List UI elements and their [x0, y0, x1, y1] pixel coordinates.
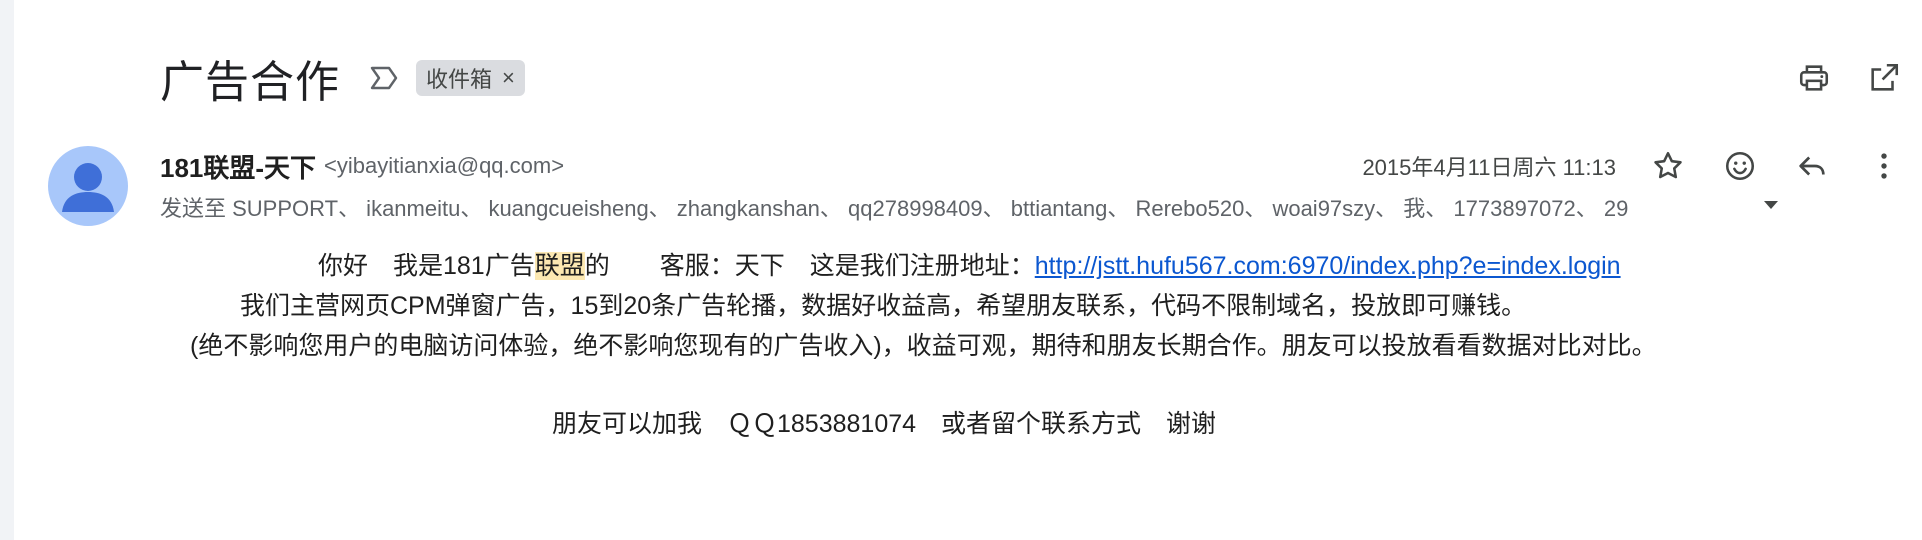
remove-label-icon[interactable]: × [502, 65, 515, 91]
sender-email: <yibayitianxia@qq.com> [324, 153, 565, 178]
subject-row: 广告合作 收件箱 × [160, 48, 525, 108]
body-greeting: 你好 我是181广告 [318, 252, 535, 280]
body-line-4: 朋友可以加我 ＱＱ1853881074 或者留个联系方式 谢谢 [552, 410, 1217, 438]
more-vert-icon[interactable] [1864, 146, 1904, 186]
search-highlight: 联盟 [534, 252, 585, 280]
body-line-2: 我们主营网页CPM弹窗广告，15到20条广告轮播，数据好收益高，希望朋友联系，代… [240, 292, 1527, 320]
star-icon[interactable] [1648, 146, 1688, 186]
recipients-row: 发送至 SUPPORT、 ikanmeitu、 kuangcueisheng、 … [160, 190, 1780, 224]
left-gutter [0, 0, 14, 540]
print-icon[interactable] [1794, 58, 1834, 98]
email-subject: 广告合作 [160, 58, 340, 107]
body-line-1: 你好 我是181广告联盟的 客服：天下 这是我们注册地址：http://jstt… [318, 246, 1621, 282]
reply-icon[interactable] [1792, 146, 1832, 186]
sender-row: 181联盟-天下 <yibayitianxia@qq.com> [160, 146, 564, 186]
registration-link[interactable]: http://jstt.hufu567.com:6970/index.php?e… [1035, 252, 1621, 280]
message-date: 2015年4月11日周六 11:13 [1362, 155, 1616, 180]
emoji-icon[interactable] [1720, 146, 1760, 186]
recipients-list: 发送至 SUPPORT、 ikanmeitu、 kuangcueisheng、 … [160, 196, 1629, 221]
inbox-label-chip: 收件箱 × [416, 60, 525, 96]
label-important-icon[interactable] [368, 62, 400, 94]
body-line-3: (绝不影响您用户的电脑访问体验，绝不影响您现有的广告收入)，收益可观，期待和朋友… [190, 332, 1657, 360]
show-details-dropdown-icon[interactable] [1762, 198, 1780, 216]
avatar[interactable] [48, 146, 128, 226]
sender-name[interactable]: 181联盟-天下 [160, 148, 316, 185]
top-actions [1794, 58, 1904, 98]
body-intro: 的 客服：天下 这是我们注册地址： [584, 252, 1035, 280]
message-meta: 2015年4月11日周六 11:13 [1362, 144, 1904, 188]
inbox-label-text: 收件箱 [426, 67, 493, 92]
open-in-new-window-icon[interactable] [1864, 58, 1904, 98]
